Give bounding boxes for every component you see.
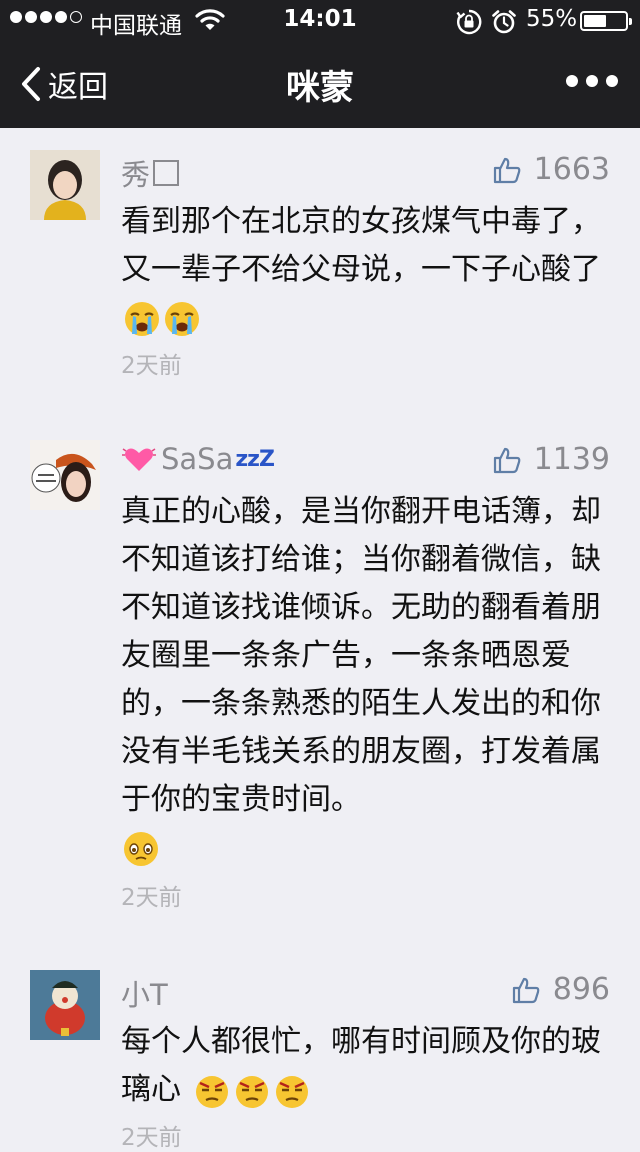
- comment-text: 看到那个在北京的女孩煤气中毒了，又一辈子不给父母说，一下子心酸了: [121, 198, 606, 342]
- comment-text: 真正的心酸，是当你翻开电话簿，却不知道该打给谁；当你翻着微信，缺不知道该找谁倾诉…: [121, 488, 606, 872]
- crying-face-emoji: [165, 301, 199, 336]
- annoyed-face-emoji: [275, 1075, 308, 1108]
- like-button[interactable]: 1139: [492, 442, 610, 477]
- more-dots-icon: [566, 75, 578, 87]
- annoyed-face-emoji: [195, 1075, 228, 1108]
- header: 中国联通 14:01 55% 返回 咪蒙: [0, 0, 640, 128]
- annoyed-face-emoji: [235, 1075, 268, 1108]
- comment-time: 2天前: [121, 353, 182, 379]
- comment-time: 2天前: [121, 885, 182, 911]
- missing-glyph-icon: [153, 160, 180, 186]
- like-button[interactable]: 896: [511, 972, 610, 1007]
- crying-face-emoji: [125, 301, 159, 336]
- like-count: 896: [552, 972, 610, 1007]
- comment-author[interactable]: SaSa zzZ: [121, 442, 275, 476]
- thumbs-up-icon: [512, 977, 540, 1003]
- avatar[interactable]: [30, 150, 100, 220]
- avatar[interactable]: [30, 440, 100, 510]
- comment-author[interactable]: 秀: [121, 152, 180, 194]
- thumbs-up-icon: [493, 157, 520, 183]
- beating-heart-icon: [122, 448, 156, 471]
- avatar[interactable]: [30, 970, 100, 1040]
- like-count: 1139: [533, 442, 610, 477]
- like-count: 1663: [533, 152, 610, 187]
- rotation-lock-icon: [456, 9, 482, 35]
- alarm-icon: [492, 10, 516, 34]
- like-button[interactable]: 1663: [492, 152, 610, 187]
- sleep-zzz-icon: zzZ: [235, 446, 275, 472]
- comment-author[interactable]: 小T: [121, 972, 168, 1014]
- battery-percent: 55%: [526, 6, 578, 32]
- comment-time: 2天前: [121, 1125, 182, 1151]
- nav-bar: 返回 咪蒙: [0, 40, 640, 128]
- status-bar: 中国联通 14:01 55%: [0, 0, 640, 40]
- page-title: 咪蒙: [286, 68, 354, 108]
- pleading-face-emoji: [124, 831, 158, 866]
- battery-icon: [580, 11, 632, 31]
- thumbs-up-icon: [493, 447, 520, 473]
- more-button[interactable]: [566, 75, 618, 87]
- comment-text: 每个人都很忙，哪有时间顾及你的玻璃心: [121, 1018, 606, 1114]
